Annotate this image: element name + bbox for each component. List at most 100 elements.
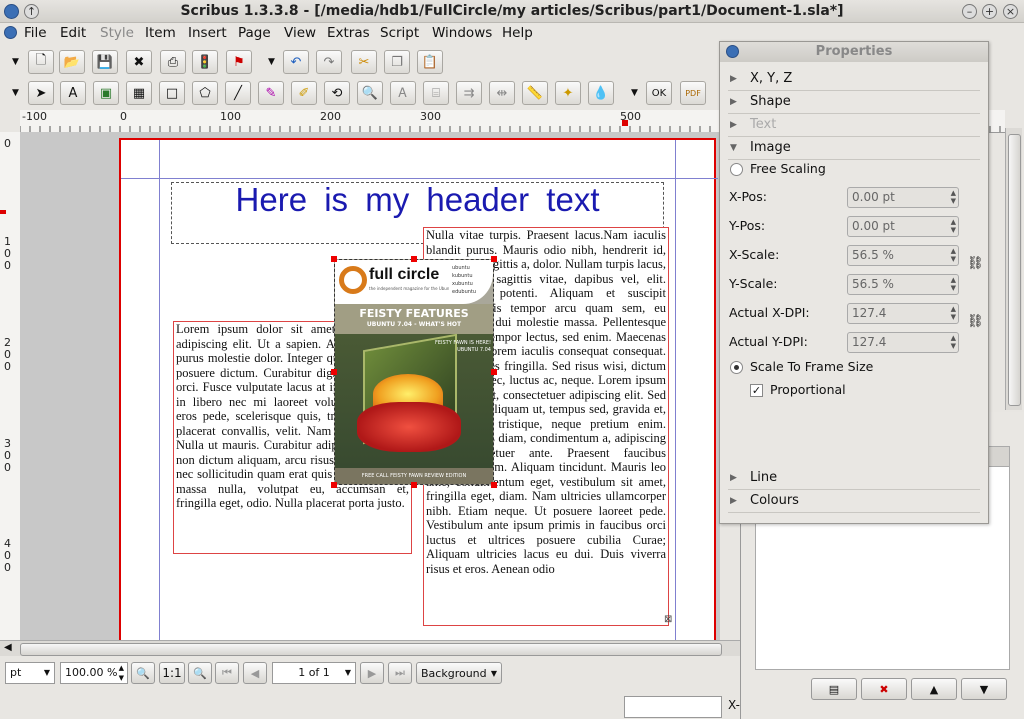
menu-page[interactable]: Page (238, 25, 271, 41)
zoom-icon[interactable]: 🔍 (357, 81, 383, 105)
zoom-out-icon[interactable]: 🔍 (131, 662, 155, 684)
scrollbar-thumb[interactable] (1008, 134, 1021, 406)
section-line[interactable]: ▶ Line (728, 467, 980, 490)
polygon-icon[interactable]: ⬠ (192, 81, 218, 105)
menu-insert[interactable]: Insert (188, 25, 227, 41)
zoom-one-to-one-button[interactable]: 1:1 (159, 662, 185, 684)
close-icon[interactable]: × (1003, 4, 1018, 19)
spin-icon[interactable]: ▲ ▼ (951, 247, 956, 263)
pdf-icon[interactable]: PDF (680, 81, 706, 105)
preflight-icon[interactable]: 🚦 (192, 50, 218, 74)
toolbar-handle-icon[interactable]: ▼ (12, 57, 19, 67)
menu-script[interactable]: Script (380, 25, 419, 41)
spin-icon[interactable]: ▲ ▼ (951, 218, 956, 234)
copy-icon[interactable]: ❐ (384, 50, 410, 74)
spin-icon[interactable]: ▲ ▼ (951, 189, 956, 205)
menu-item[interactable]: Item (145, 25, 176, 41)
page-select[interactable]: 1 of 1 ▼ (272, 662, 356, 684)
link-frames-icon[interactable]: ⇉ (456, 81, 482, 105)
x-scale-input[interactable]: 56.5 % ▲ ▼ (847, 245, 959, 266)
section-colours[interactable]: ▶ Colours (728, 490, 980, 513)
x-pos-input[interactable]: 0.00 pt ▲ ▼ (847, 187, 959, 208)
chain-link-icon[interactable]: ⛓ (967, 256, 984, 271)
toolbar-dropdown-icon[interactable]: ▼ (631, 88, 638, 98)
delete-layer-icon[interactable]: ✖ (861, 678, 907, 700)
resize-handle[interactable] (331, 256, 337, 262)
y-pos-input[interactable]: 0.00 pt ▲ ▼ (847, 216, 959, 237)
menu-extras[interactable]: Extras (327, 25, 370, 41)
resize-handle[interactable] (411, 482, 417, 488)
free-scaling-radio[interactable] (730, 163, 743, 176)
y-dpi-input[interactable]: 127.4 ▲ ▼ (847, 332, 959, 353)
rotate-icon[interactable]: ⟲ (324, 81, 350, 105)
vertical-ruler[interactable]: 0 1 0 0 2 0 0 3 0 0 4 0 0 (0, 132, 21, 640)
raise-layer-icon[interactable]: ▲ (911, 678, 957, 700)
resize-handle[interactable] (491, 256, 497, 262)
window-menu-icon[interactable]: ↑ (24, 4, 39, 19)
document-page[interactable]: Here is my header text Lorem ipsum dolor… (119, 138, 718, 640)
document-canvas[interactable]: Here is my header text Lorem ipsum dolor… (20, 132, 720, 640)
x-dpi-input[interactable]: 127.4 ▲ ▼ (847, 303, 959, 324)
next-page-icon[interactable]: ▶ (360, 662, 384, 684)
maximize-icon[interactable]: + (982, 4, 997, 19)
ok-icon[interactable]: OK (646, 81, 672, 105)
undo-icon[interactable]: ↶ (283, 50, 309, 74)
resize-handle[interactable] (491, 369, 497, 375)
vertical-scrollbar[interactable] (1005, 128, 1022, 410)
lower-layer-icon[interactable]: ▼ (961, 678, 1007, 700)
proportional-checkbox[interactable]: ✓ (750, 384, 763, 397)
add-layer-icon[interactable]: ▤ (811, 678, 857, 700)
measure-icon[interactable]: 📏 (522, 81, 548, 105)
properties-palette[interactable]: Properties ▶ X, Y, Z ▶ Shape ▶ Text ▼ Image … (719, 41, 989, 524)
first-page-icon[interactable]: ⏮ (215, 662, 239, 684)
freehand-icon[interactable]: ✐ (291, 81, 317, 105)
copy-properties-icon[interactable]: ✦ (555, 81, 581, 105)
unit-select[interactable]: pt ▼ (5, 662, 55, 684)
spin-icon[interactable]: ▲ ▼ (951, 276, 956, 292)
scale-to-frame-radio[interactable] (730, 361, 743, 374)
menu-windows[interactable]: Windows (432, 25, 492, 41)
new-document-icon[interactable]: 🗋 (28, 50, 54, 74)
scrollbar-thumb[interactable] (20, 643, 722, 656)
edit-text-icon[interactable]: Ꭺ (390, 81, 416, 105)
section-image[interactable]: ▼ Image (728, 137, 980, 160)
paste-icon[interactable]: 📋 (417, 50, 443, 74)
menu-file[interactable]: File (24, 25, 47, 41)
last-page-icon[interactable]: ⏭ (388, 662, 412, 684)
spin-icon[interactable]: ▲ ▼ (951, 305, 956, 321)
menu-view[interactable]: View (284, 25, 316, 41)
image-frame-icon[interactable]: ▣ (93, 81, 119, 105)
section-shape[interactable]: ▶ Shape (728, 91, 980, 114)
pdf-export-icon[interactable]: ⚑ (226, 50, 252, 74)
zoom-input[interactable]: 100.00 % ▲ ▼ (60, 662, 128, 684)
frame-overflow-icon[interactable]: ⊠ (664, 614, 672, 625)
shape-icon[interactable]: □ (159, 81, 185, 105)
eyedropper-icon[interactable]: 💧 (588, 81, 614, 105)
menu-help[interactable]: Help (502, 25, 533, 41)
select-arrow-icon[interactable]: ➤ (28, 81, 54, 105)
unlink-frames-icon[interactable]: ⇹ (489, 81, 515, 105)
toolbar-dropdown-icon[interactable]: ▼ (268, 57, 275, 67)
story-editor-icon[interactable]: ⌸ (423, 81, 449, 105)
chain-link-icon[interactable]: ⛓ (967, 314, 984, 329)
resize-handle[interactable] (331, 369, 337, 375)
save-icon[interactable]: 💾 (92, 50, 118, 74)
toolbar-handle-icon[interactable]: ▼ (12, 88, 19, 98)
app-icon[interactable] (4, 4, 19, 19)
menu-style[interactable]: Style (100, 25, 134, 41)
layer-select[interactable]: Background ▼ (416, 662, 502, 684)
horizontal-scrollbar[interactable]: ◀ (0, 640, 740, 657)
bezier-icon[interactable]: ✎ (258, 81, 284, 105)
close-document-icon[interactable]: ✖ (126, 50, 152, 74)
text-frame-icon[interactable]: A (60, 81, 86, 105)
open-folder-icon[interactable]: 📂 (59, 50, 85, 74)
spin-icon[interactable]: ▲ ▼ (951, 334, 956, 350)
resize-handle[interactable] (331, 482, 337, 488)
resize-handle[interactable] (411, 256, 417, 262)
section-text[interactable]: ▶ Text (728, 114, 980, 137)
y-scale-input[interactable]: 56.5 % ▲ ▼ (847, 274, 959, 295)
scroll-left-icon[interactable]: ◀ (4, 642, 12, 653)
image-frame[interactable]: full circle the independent magazine for… (334, 259, 494, 485)
resize-handle[interactable] (491, 482, 497, 488)
table-icon[interactable]: ▦ (126, 81, 152, 105)
